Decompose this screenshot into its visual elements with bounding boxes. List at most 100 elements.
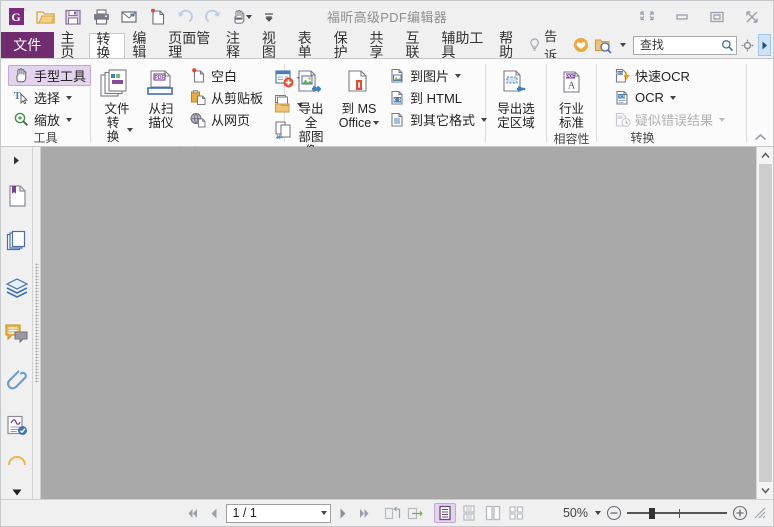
- first-page-button[interactable]: [182, 503, 202, 523]
- search-input[interactable]: [637, 37, 721, 53]
- previous-page-button[interactable]: [204, 503, 224, 523]
- export-selection-button[interactable]: 导出选 定区域: [491, 64, 541, 131]
- to-ms-office-button[interactable]: 到 MS Office: [337, 64, 381, 131]
- collapse-ribbon-button[interactable]: [751, 130, 769, 145]
- facing-view-button[interactable]: [482, 503, 504, 523]
- menu-tab-accessibility[interactable]: 辅助工具: [434, 31, 492, 59]
- file-convert-caret-icon[interactable]: [127, 128, 133, 132]
- zoom-level-caret-icon[interactable]: [595, 511, 601, 515]
- sidebar-item-attachments[interactable]: [1, 357, 33, 403]
- vertical-scrollbar[interactable]: [756, 147, 773, 499]
- select-tool-button[interactable]: T 选择: [8, 87, 91, 108]
- search-icon[interactable]: [721, 38, 734, 53]
- customize-qat-icon[interactable]: [260, 5, 278, 29]
- suspect-results-caret-icon: [719, 117, 726, 122]
- page-number-field[interactable]: 1 / 1: [225, 503, 331, 523]
- resize-grip[interactable]: [753, 506, 767, 520]
- hand-tool-button[interactable]: 手型工具: [8, 65, 92, 86]
- zoom-out-button[interactable]: [606, 505, 622, 521]
- facing-continuous-view-button[interactable]: [506, 503, 528, 523]
- from-clipboard-button[interactable]: 从剪贴板: [185, 87, 268, 108]
- file-convert-label: 文件 转换: [101, 102, 133, 144]
- scrollbar-track[interactable]: [757, 164, 774, 482]
- expand-nav-pane-button[interactable]: [1, 147, 32, 173]
- scrollbar-thumb[interactable]: [758, 164, 772, 482]
- to-other-format-button[interactable]: 到其它格式: [384, 109, 492, 130]
- menu-tab-file[interactable]: 文件: [1, 32, 54, 58]
- export-all-images-button[interactable]: 导出全 部图像: [289, 64, 333, 159]
- app-logo[interactable]: G: [6, 5, 30, 29]
- menu-tab-page-management[interactable]: 页面管理: [161, 31, 219, 59]
- to-ms-office-caret-icon[interactable]: [373, 121, 380, 125]
- menu-tab-help[interactable]: 帮助: [492, 31, 528, 59]
- zoom-slider[interactable]: [627, 506, 727, 520]
- file-convert-button[interactable]: 文件 转换: [95, 64, 139, 145]
- from-webpage-button[interactable]: 从网页: [185, 109, 268, 130]
- nav-pane-splitter[interactable]: [33, 147, 41, 499]
- scroll-up-button[interactable]: [757, 147, 774, 164]
- sidebar-item-signatures[interactable]: [1, 403, 33, 449]
- sidebar-item-stamps[interactable]: [1, 449, 33, 479]
- to-ms-office-label: 到 MS Office: [339, 102, 380, 130]
- continuous-view-button[interactable]: [458, 503, 480, 523]
- menu-tab-home[interactable]: 主页: [54, 31, 90, 59]
- menu-tab-convert[interactable]: 转换: [89, 32, 126, 60]
- search-box[interactable]: [632, 35, 737, 55]
- to-image-caret-icon[interactable]: [455, 73, 462, 78]
- menu-tab-share[interactable]: 共享: [363, 31, 399, 59]
- signatures-icon: [6, 415, 27, 435]
- svg-text:A: A: [567, 81, 575, 92]
- search-document-icon[interactable]: [593, 35, 614, 55]
- maximize-button[interactable]: [699, 3, 734, 31]
- to-image-button[interactable]: 到图片: [384, 65, 492, 86]
- sidebar-item-bookmarks[interactable]: [1, 173, 33, 219]
- ocr-button[interactable]: OCR OCR: [609, 87, 730, 108]
- ribbon-group-export: 导出全 部图像 到 MS: [285, 59, 488, 174]
- fit-width-button[interactable]: [405, 503, 425, 523]
- minimize-button[interactable]: [664, 3, 699, 31]
- redo-icon[interactable]: [200, 5, 226, 29]
- undo-icon[interactable]: [172, 5, 198, 29]
- from-scanner-button[interactable]: PDF 从扫 描仪: [139, 64, 183, 131]
- to-html-button[interactable]: 到 HTML: [384, 87, 492, 108]
- sidebar-item-layers[interactable]: [1, 265, 33, 311]
- quick-ocr-button[interactable]: OCR 快速OCR: [609, 65, 730, 86]
- email-icon[interactable]: [116, 5, 142, 29]
- document-canvas[interactable]: [41, 147, 756, 499]
- menu-tab-comment[interactable]: 注释: [219, 31, 255, 59]
- favorite-heart-icon[interactable]: [572, 35, 589, 55]
- zoom-tool-button[interactable]: 缩放: [8, 109, 91, 130]
- menu-tab-protect[interactable]: 保护: [327, 31, 363, 59]
- menu-tab-connect[interactable]: 互联: [398, 31, 434, 59]
- settings-gear-icon[interactable]: [741, 35, 754, 55]
- zoom-slider-handle[interactable]: [649, 507, 655, 519]
- menu-overflow-arrow-icon[interactable]: [757, 34, 771, 56]
- ocr-caret-icon[interactable]: [669, 95, 676, 100]
- search-scope-caret-icon[interactable]: [619, 43, 626, 47]
- save-icon[interactable]: [60, 5, 86, 29]
- nav-pane-more-button[interactable]: [1, 487, 33, 497]
- close-button[interactable]: [734, 3, 769, 31]
- select-tool-caret-icon[interactable]: [66, 95, 73, 100]
- last-page-button[interactable]: [355, 503, 375, 523]
- single-page-view-button[interactable]: [433, 503, 456, 523]
- page-number-caret-icon[interactable]: [320, 511, 327, 515]
- restore-button[interactable]: [629, 3, 664, 31]
- industry-standard-button[interactable]: PDF A 行业 标准: [550, 64, 594, 131]
- scroll-down-button[interactable]: [757, 482, 774, 499]
- sidebar-item-pages[interactable]: [1, 219, 33, 265]
- pdf-standard-icon: PDF A: [558, 67, 586, 101]
- sidebar-item-comments[interactable]: [1, 311, 33, 357]
- menu-tab-edit[interactable]: 编辑: [125, 31, 161, 59]
- create-blank-button[interactable]: 空白: [185, 65, 268, 86]
- zoom-tool-caret-icon[interactable]: [66, 117, 73, 122]
- open-icon[interactable]: [32, 5, 58, 29]
- print-icon[interactable]: [88, 5, 114, 29]
- menu-tab-view[interactable]: 视图: [255, 31, 291, 59]
- menu-tab-form[interactable]: 表单: [291, 31, 327, 59]
- hand-tool-icon[interactable]: [228, 5, 258, 29]
- next-page-button[interactable]: [333, 503, 353, 523]
- new-file-icon[interactable]: [144, 5, 170, 29]
- fit-page-button[interactable]: [383, 503, 403, 523]
- zoom-in-button[interactable]: [732, 505, 748, 521]
